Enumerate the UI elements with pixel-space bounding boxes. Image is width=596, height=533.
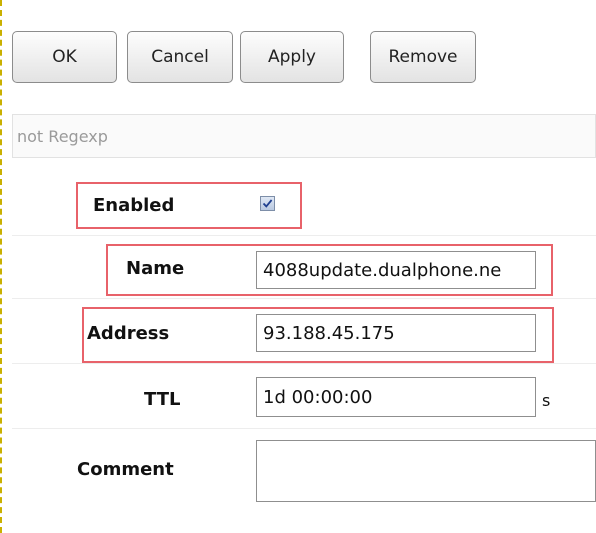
filter-bar[interactable]: not Regexp [12, 114, 596, 158]
filter-text: not Regexp [17, 126, 108, 146]
address-label: Address [87, 323, 170, 344]
dns-static-entry-dialog: OK Cancel Apply Remove not Regexp Enable… [0, 0, 596, 533]
ttl-label: TTL [144, 389, 181, 410]
address-input[interactable]: 93.188.45.175 [256, 314, 536, 352]
page-left-border [0, 0, 2, 533]
comment-textarea[interactable] [256, 440, 596, 502]
row-separator [12, 235, 596, 236]
name-input[interactable]: 4088update.dualphone.ne [256, 251, 536, 289]
comment-label: Comment [77, 459, 174, 480]
row-separator [12, 428, 596, 429]
name-label: Name [126, 258, 185, 279]
remove-button[interactable]: Remove [370, 31, 476, 83]
enabled-label: Enabled [93, 195, 175, 216]
cancel-button[interactable]: Cancel [127, 31, 233, 83]
row-separator [12, 298, 596, 299]
row-separator [12, 363, 596, 364]
enabled-checkbox[interactable] [260, 196, 275, 211]
ttl-input[interactable]: 1d 00:00:00 [256, 377, 536, 417]
ok-button[interactable]: OK [12, 31, 117, 83]
checkmark-icon [262, 199, 273, 208]
ttl-unit-label: s [542, 391, 551, 410]
apply-button[interactable]: Apply [240, 31, 344, 83]
